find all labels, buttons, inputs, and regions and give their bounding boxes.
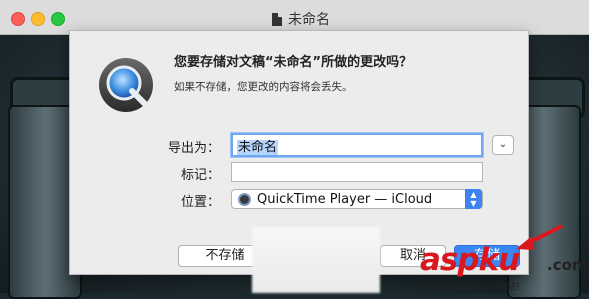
zoom-window-button[interactable] [51, 12, 65, 26]
export-name-value: 未命名 [237, 140, 279, 155]
minimize-window-button[interactable] [31, 12, 45, 26]
document-icon [272, 12, 282, 26]
location-value: QuickTime Player — iCloud [257, 191, 433, 207]
watermark-domain: .com [547, 256, 588, 274]
tags-field[interactable] [231, 162, 483, 182]
expand-dialog-button[interactable]: ⌄ [492, 135, 514, 155]
tags-label: 标记： [180, 168, 220, 183]
window-title-area: 未命名 [272, 9, 330, 29]
window-title: 未命名 [288, 12, 330, 28]
watermark-tagline: 免费网站源码下载站! [426, 282, 521, 293]
chevron-down-icon: ⌄ [498, 139, 508, 150]
export-name-field[interactable]: 未命名 [231, 133, 483, 157]
export-as-label: 导出为： [167, 141, 220, 156]
blurred-region [252, 227, 380, 293]
close-window-button[interactable] [11, 12, 25, 26]
updown-stepper-icon: ▲ ▼ [465, 189, 482, 209]
watermark: aspku .com 免费网站源码下载站! [420, 240, 589, 293]
location-popup[interactable]: QuickTime Player — iCloud ▲ ▼ [231, 189, 483, 209]
quicktime-icon [238, 192, 251, 206]
watermark-brand: aspku [420, 242, 520, 278]
location-label: 位置： [180, 195, 220, 210]
quicktime-icon [99, 58, 153, 112]
dialog-subtext: 如果不存储，您更改的内容将会丢失。 [174, 81, 353, 93]
dialog-heading: 您要存储对文稿“未命名”所做的更改吗？ [174, 55, 413, 70]
